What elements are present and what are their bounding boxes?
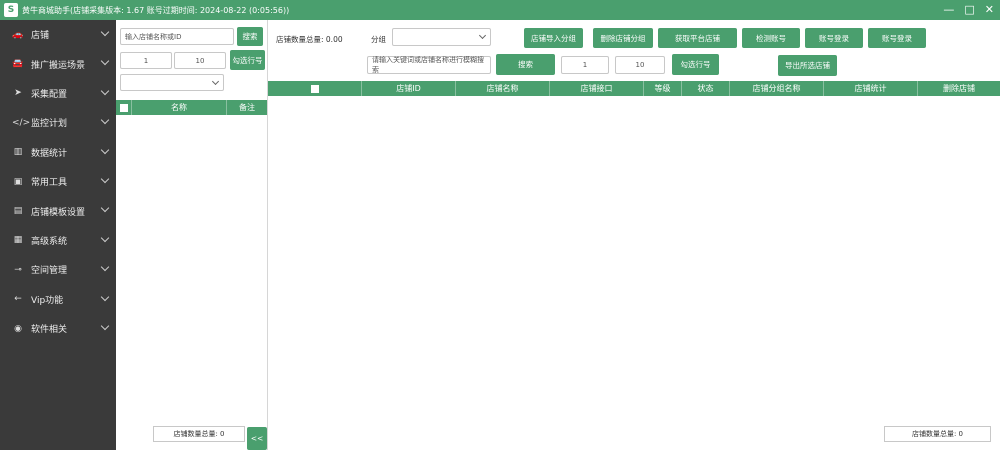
- bank-icon: ▦: [13, 235, 23, 246]
- main-count-status: 店铺数量总量: 0: [884, 426, 991, 442]
- chevron-down-icon: [100, 292, 110, 301]
- sidebar-item-software[interactable]: ◉ 软件相关: [0, 314, 116, 343]
- sidebar-item-label: 数据统计: [31, 148, 68, 159]
- sidebar-item-label: Vip功能: [31, 295, 64, 306]
- close-icon[interactable]: ✕: [985, 0, 994, 20]
- chevron-down-icon: [100, 262, 110, 272]
- column-header-shop-api: 店铺接口: [550, 81, 644, 96]
- chart-icon: ▥: [13, 147, 23, 158]
- briefcase-icon: ▤: [13, 206, 23, 217]
- sidebar-item-template-settings[interactable]: ▤ 店铺模板设置: [0, 196, 116, 225]
- sidebar-item-label: 推广搬运场景: [31, 60, 86, 71]
- sidebar-item-label: 监控计划: [31, 119, 68, 130]
- sidebar-item-label: 高级系统: [31, 236, 68, 247]
- arrow-left-icon: ←: [14, 294, 22, 305]
- book-icon: ▣: [13, 176, 23, 187]
- info-circle-icon: ◉: [14, 323, 22, 334]
- shop-count-status: 店铺数量总量: 0: [153, 426, 245, 442]
- column-header-statistics: 店铺统计: [824, 81, 918, 96]
- sidebar-item-label: 采集配置: [31, 89, 68, 100]
- maximize-icon[interactable]: □: [964, 0, 974, 20]
- group-label: 分组: [371, 35, 386, 44]
- select-all-cell: [116, 100, 132, 115]
- chevron-down-icon: [100, 145, 110, 154]
- column-header-level: 等级: [644, 81, 682, 96]
- column-header-group-name: 店铺分组名称: [730, 81, 824, 96]
- column-header-note: 备注: [239, 103, 255, 112]
- shop-list-panel: 输入店铺名称或ID 搜索 1 10 勾选行号 名称 备注 店铺数量总量: 0 <…: [116, 20, 268, 450]
- column-header-name: 名称: [132, 100, 227, 115]
- account-login-button[interactable]: 账号登录: [805, 28, 863, 48]
- sidebar-item-label: 店铺: [31, 31, 50, 42]
- column-header-status: 状态: [682, 81, 730, 96]
- chevron-down-icon: [211, 77, 220, 86]
- sidebar-item-label: 空间管理: [31, 266, 68, 277]
- account-login-button-2[interactable]: 账号登录: [868, 28, 926, 48]
- import-group-button[interactable]: 店铺导入分组: [524, 28, 583, 48]
- title-bar: S 黄牛商城助手(店铺采集版本: 1.67 账号过期时间: 2024-08-22…: [0, 0, 1000, 20]
- main-select-all-checkbox[interactable]: [310, 84, 319, 93]
- delete-group-button[interactable]: 删除店铺分组: [593, 28, 653, 48]
- send-icon: ➤: [14, 88, 22, 99]
- shop-main-table-header: 店铺ID 店铺名称 店铺接口 等级 状态 店铺分组名称 店铺统计 删除店铺: [268, 81, 1000, 96]
- sidebar-item-vip[interactable]: ← Vip功能: [0, 285, 116, 314]
- shop-table-header: 名称 备注: [116, 100, 267, 115]
- range-from-input[interactable]: 1: [120, 52, 172, 69]
- sidebar-item-shop[interactable]: 🚗 店铺: [0, 20, 116, 49]
- fetch-platform-shop-button[interactable]: 获取平台店铺: [658, 28, 737, 48]
- chevron-down-icon: [100, 27, 110, 37]
- main-pick-rows-button[interactable]: 勾选行号: [672, 54, 719, 75]
- chevron-down-icon: [100, 204, 110, 213]
- chevron-down-icon: [100, 233, 110, 242]
- sidebar-item-statistics[interactable]: ▥ 数据统计: [0, 138, 116, 167]
- chevron-down-icon: [100, 57, 110, 66]
- minimize-icon[interactable]: —: [943, 0, 954, 20]
- window-controls: — □ ✕: [943, 0, 994, 20]
- sidebar-item-collect-config[interactable]: ➤ 采集配置: [0, 79, 116, 108]
- sidebar-item-monitor-plan[interactable]: </> 监控计划: [0, 108, 116, 137]
- select-all-checkbox[interactable]: [119, 103, 128, 112]
- export-selected-button[interactable]: 导出所选店铺: [778, 55, 837, 76]
- sidebar-item-label: 常用工具: [31, 178, 68, 189]
- car-icon: 🚘: [12, 59, 24, 70]
- chevron-down-icon: [100, 321, 110, 331]
- column-header-delete: 删除店铺: [943, 84, 975, 93]
- main-content: 店铺数量总量: 0.00 分组 店铺导入分组 删除店铺分组 获取平台店铺 检测账…: [268, 20, 1000, 450]
- fuzzy-search-input[interactable]: 请输入关键词或店铺名称进行模糊搜索: [367, 56, 491, 74]
- main-range-from-input[interactable]: 1: [561, 56, 609, 74]
- fuzzy-search-button[interactable]: 搜索: [496, 54, 555, 75]
- chevron-down-icon: [478, 31, 487, 40]
- car-icon: 🚗: [12, 29, 24, 40]
- sidebar-item-advanced[interactable]: ▦ 高级系统: [0, 226, 116, 255]
- chevron-down-icon: [100, 86, 110, 96]
- sidebar-item-space[interactable]: ⊸ 空间管理: [0, 255, 116, 284]
- sidebar-item-label: 店铺模板设置: [31, 207, 86, 218]
- column-header-shop-name: 店铺名称: [456, 81, 550, 96]
- column-header-shop-id: 店铺ID: [362, 81, 456, 96]
- sidebar: 🚗 店铺 🚘 推广搬运场景 ➤ 采集配置 </> 监控计划 ▥ 数据统计 ▣ 常用工具 ▤ 店…: [0, 20, 116, 450]
- sidebar-item-promotion[interactable]: 🚘 推广搬运场景: [0, 49, 116, 78]
- sidebar-item-label: 软件相关: [31, 325, 68, 336]
- main-range-to-input[interactable]: 10: [615, 56, 665, 74]
- shop-search-input[interactable]: 输入店铺名称或ID: [120, 28, 234, 45]
- window-title: 黄牛商城助手(店铺采集版本: 1.67 账号过期时间: 2024-08-22 (…: [22, 5, 290, 15]
- collapse-panel-button[interactable]: <<: [247, 427, 267, 450]
- shop-search-button[interactable]: 搜索: [237, 27, 263, 46]
- group-select[interactable]: [392, 28, 491, 46]
- chevron-down-icon: [100, 174, 110, 184]
- shop-group-select[interactable]: [120, 74, 224, 91]
- select-all-cell: [268, 81, 362, 96]
- total-count-label: 店铺数量总量: 0.00: [276, 35, 343, 44]
- key-icon: ⊸: [14, 264, 22, 275]
- range-to-input[interactable]: 10: [174, 52, 226, 69]
- pick-rows-button[interactable]: 勾选行号: [230, 50, 265, 70]
- code-icon: </>: [12, 117, 31, 128]
- check-account-button[interactable]: 检测账号: [742, 28, 800, 48]
- chevron-down-icon: [100, 115, 110, 125]
- sidebar-item-tools[interactable]: ▣ 常用工具: [0, 167, 116, 196]
- app-logo-icon: S: [4, 3, 18, 17]
